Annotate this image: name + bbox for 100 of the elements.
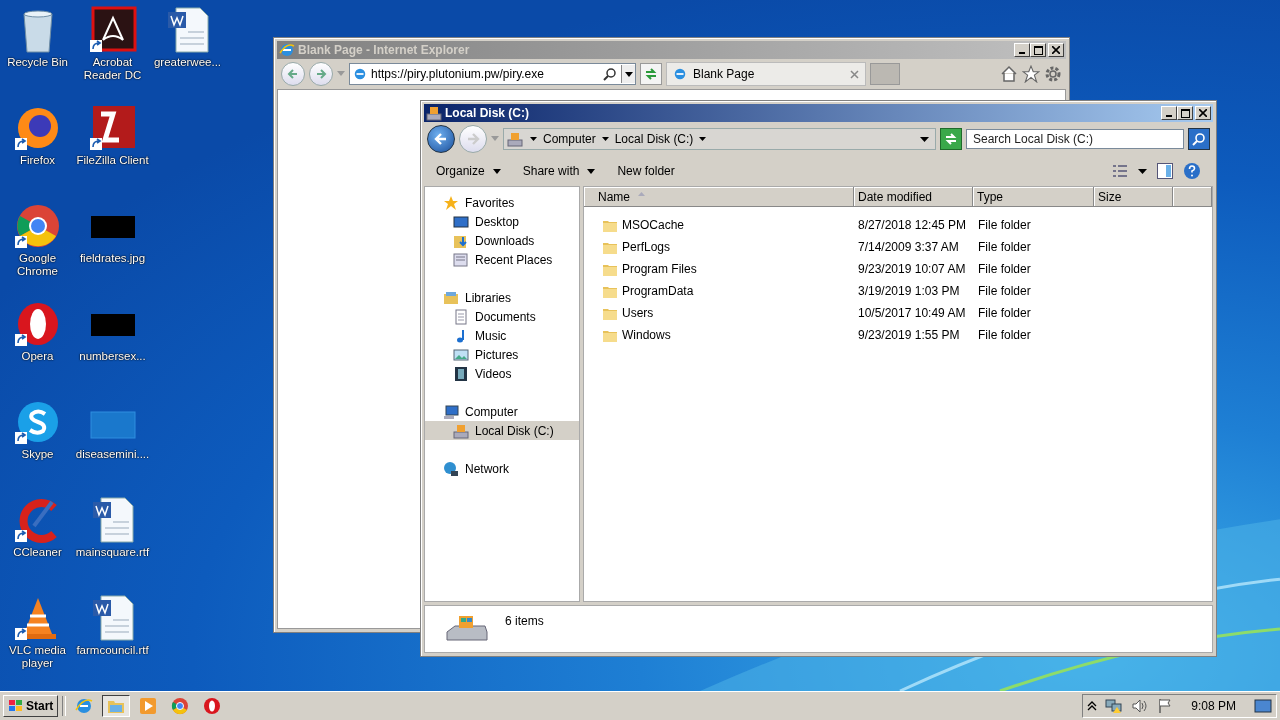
navigation-label: Local Disk (C:)	[475, 423, 554, 438]
file-name[interactable]: Users	[622, 306, 654, 320]
table-cell: File folder	[978, 306, 1031, 320]
desktop-icon[interactable]: mainsquare.rtf	[75, 496, 150, 594]
maximize-button[interactable]	[1177, 106, 1193, 120]
back-button[interactable]	[427, 125, 455, 153]
column-header[interactable]: Date modified	[854, 187, 973, 207]
table-cell-text: 8/27/2018 12:45 PM	[858, 218, 968, 232]
desktop-icon[interactable]: numbersex...	[75, 300, 150, 398]
file-name[interactable]: ProgramData	[622, 284, 694, 298]
desktop-icon[interactable]: farmcouncil.rtf	[75, 594, 150, 691]
navigation-item[interactable]: Local Disk (C:)	[425, 421, 579, 440]
desktop-icon[interactable]: Firefox	[0, 104, 75, 202]
desktop-icon[interactable]: FileZilla Client	[75, 104, 150, 202]
dropdown-button[interactable]	[621, 65, 635, 83]
file-name[interactable]: Program Files	[622, 262, 697, 276]
close-button[interactable]	[1195, 106, 1211, 120]
view-options-icon[interactable]	[1112, 164, 1128, 178]
desktop-icon[interactable]: diseasemini....	[75, 398, 150, 496]
navigation-item[interactable]: Libraries	[425, 288, 579, 307]
refresh-icon	[944, 132, 958, 146]
arrow-left-icon	[434, 132, 448, 146]
navigation-item[interactable]: Music	[425, 326, 579, 345]
maximize-icon	[1180, 108, 1190, 118]
caret-icon[interactable]	[920, 136, 929, 142]
navigation-item[interactable]: Desktop	[425, 212, 579, 231]
show-desktop-icon[interactable]	[1254, 698, 1272, 714]
navigation-label: Documents	[475, 309, 536, 324]
column-header[interactable]: Type	[973, 187, 1094, 207]
home-icon[interactable]	[1000, 65, 1018, 83]
clock[interactable]: 9:08 PM	[1181, 699, 1246, 713]
flag-icon[interactable]	[1157, 698, 1174, 714]
table-cell-text: 10/5/2017 10:49 AM	[858, 306, 967, 320]
search-icon[interactable]	[603, 67, 617, 81]
computer-icon	[443, 403, 459, 420]
search-field[interactable]: Search Local Disk (C:)	[966, 129, 1184, 149]
toolbar-button[interactable]: Organize	[430, 161, 507, 181]
minimize-button[interactable]	[1014, 43, 1030, 57]
breadcrumb-item[interactable]: Computer	[543, 132, 596, 146]
toolbar-button[interactable]: Share with	[516, 161, 602, 181]
desktop-icon[interactable]: Opera	[0, 300, 75, 398]
desktop-icon[interactable]: greaterwee...	[150, 6, 225, 104]
search-button[interactable]	[1188, 128, 1210, 150]
file-name[interactable]: PerfLogs	[622, 240, 671, 254]
settings-icon[interactable]	[1044, 65, 1062, 83]
file-name[interactable]: MSOCache	[622, 218, 685, 232]
toolbar-button[interactable]: New folder	[611, 161, 681, 181]
navigation-item[interactable]: Network	[425, 459, 579, 478]
network-icon[interactable]	[1105, 698, 1124, 714]
drive-icon	[426, 105, 442, 121]
navigation-item[interactable]: Videos	[425, 364, 579, 383]
desktop-icon[interactable]: Google Chrome	[0, 202, 75, 300]
breadcrumb-bar[interactable]: Computer Local Disk (C:)	[503, 128, 936, 150]
desktop-icon[interactable]: CCleaner	[0, 496, 75, 594]
column-header[interactable]: Size	[1094, 187, 1173, 207]
star-icon[interactable]	[1022, 65, 1040, 83]
address-bar[interactable]: https://piry.plutonium.pw/piry.exe	[349, 63, 636, 85]
caret-icon[interactable]	[601, 136, 609, 142]
start-button[interactable]: Start	[3, 695, 59, 717]
navigation-label: Videos	[475, 366, 512, 381]
desktop-icon[interactable]: Recycle Bin	[0, 6, 75, 104]
navigation-item[interactable]: Documents	[425, 307, 579, 326]
browser-tab[interactable]: Blank Page	[666, 62, 866, 86]
chevron-up-icon[interactable]	[1087, 701, 1098, 711]
drive-icon	[506, 131, 524, 147]
volume-icon[interactable]	[1131, 698, 1150, 714]
minimize-button[interactable]	[1161, 106, 1177, 120]
folder-icon	[602, 262, 618, 276]
navigation-item[interactable]: Downloads	[425, 231, 579, 250]
forward-button[interactable]	[309, 62, 333, 86]
close-icon[interactable]	[850, 69, 859, 79]
caret-icon[interactable]	[1138, 168, 1147, 174]
document-icon	[453, 251, 469, 268]
document-icon	[453, 308, 469, 325]
navigation-item[interactable]: Computer	[425, 402, 579, 421]
preview-pane-icon[interactable]	[1157, 163, 1173, 179]
file-name[interactable]: Windows	[622, 328, 671, 342]
desktop-icon[interactable]: fieldrates.jpg	[75, 202, 150, 300]
caret-icon[interactable]	[530, 136, 537, 142]
desktop-icon[interactable]: VLC media player	[0, 594, 75, 691]
breadcrumb-item[interactable]: Local Disk (C:)	[614, 132, 694, 146]
refresh-button[interactable]	[940, 128, 962, 150]
navigation-item[interactable]: Recent Places	[425, 250, 579, 269]
help-icon[interactable]	[1183, 162, 1201, 180]
navigation-item[interactable]: Pictures	[425, 345, 579, 364]
caret-icon[interactable]	[699, 136, 707, 142]
network-icon	[443, 460, 459, 477]
maximize-button[interactable]	[1030, 43, 1046, 57]
column-header[interactable]: Name	[584, 187, 854, 207]
desktop-icon[interactable]: Acrobat Reader DC	[75, 6, 150, 104]
maximize-icon	[1033, 45, 1043, 55]
refresh-button[interactable]	[640, 63, 662, 85]
arrow-right-icon	[315, 68, 327, 80]
folder-taskbar-button[interactable]	[102, 695, 131, 717]
navigation-item[interactable]: Favorites	[425, 193, 579, 212]
browser-logo-icon	[75, 697, 94, 715]
close-button[interactable]	[1048, 43, 1064, 57]
desktop-icon[interactable]: Skype	[0, 398, 75, 496]
arrow-left-icon	[287, 68, 299, 80]
close-icon	[1199, 109, 1207, 117]
